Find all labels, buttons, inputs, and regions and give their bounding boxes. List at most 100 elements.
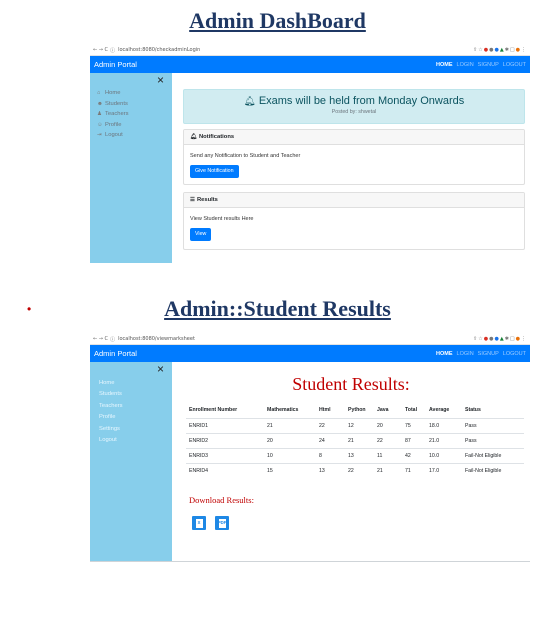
nav-home-link[interactable]: HOME	[436, 351, 453, 357]
view-results-button[interactable]: View	[190, 228, 212, 241]
table-cell: ENRID2	[186, 432, 264, 448]
table-cell: 17.0	[426, 462, 462, 478]
results-title: Student Results:	[292, 374, 410, 394]
table-row: ENRID4 15 13 22 21 71 17.0 Fail-Not Elig…	[186, 462, 524, 478]
browser-extension-icons[interactable]: ⇪☆●●●▲✱□●⋮	[473, 336, 530, 342]
browser-nav-icons[interactable]: ← → C	[93, 47, 108, 53]
table-header-row: Enrollment Number Mathematics Html Pytho…	[186, 402, 524, 419]
table-cell: 13	[316, 462, 345, 478]
notifications-header: Notifications	[198, 134, 235, 140]
table-cell: 24	[316, 432, 345, 448]
browser-toolbar: ← → C ⓘ localhost:8080/checkadminLogin ⇪…	[90, 45, 530, 56]
sidebar-item-teachers[interactable]: Teachers	[99, 400, 123, 412]
table-cell: 20	[264, 432, 316, 448]
table-cell: 18.0	[426, 417, 462, 433]
nav-home-link[interactable]: HOME	[436, 62, 453, 68]
profile-icon: ☺	[97, 121, 103, 128]
results-screenshot: ← → C ⓘ localhost:8080/viewmarksheet ⇪☆●…	[90, 334, 530, 566]
table-cell: 8	[316, 447, 345, 463]
download-results-label: Download Results:	[189, 495, 254, 505]
table-cell: 11	[374, 447, 402, 463]
sidebar: × ⌂ Home ☻ Students ♟ Teachers ☺ Profile ⇥ Lo…	[90, 73, 172, 263]
sidebar-item-teachers[interactable]: ♟ Teachers	[97, 109, 129, 120]
table-cell: 22	[374, 432, 402, 448]
sidebar-item-home[interactable]: ⌂ Home	[97, 88, 129, 99]
table-cell: 12	[345, 417, 374, 433]
nav-login-link[interactable]: LOGIN	[457, 351, 474, 357]
pdf-download-icon[interactable]: PDF	[215, 516, 229, 530]
results-icon: ☰	[190, 197, 195, 203]
pdf-file-icon: PDF	[218, 518, 226, 528]
table-cell: Fail-Not Eligible	[462, 462, 524, 478]
table-cell: 21.0	[426, 432, 462, 448]
browser-nav-icons[interactable]: ← → C	[93, 336, 108, 342]
close-icon[interactable]: ×	[157, 74, 164, 86]
excel-download-icon[interactable]: X	[192, 516, 206, 530]
notifications-text: Send any Notification to Student and Tea…	[190, 153, 301, 159]
menu-icon: ⋮	[521, 47, 527, 53]
table-cell: 21	[264, 417, 316, 433]
sidebar-item-profile[interactable]: Profile	[99, 412, 123, 424]
sidebar-item-home[interactable]: Home	[99, 377, 123, 389]
nav-logout-link[interactable]: LOGOUT	[503, 62, 526, 68]
column-header: Html	[316, 402, 345, 419]
table-row: ENRID1 21 22 12 20 75 18.0 Pass	[186, 417, 524, 433]
navbar-links: HOME LOGIN SIGNUP LOGOUT	[436, 351, 526, 357]
nav-signup-link[interactable]: SIGNUP	[478, 351, 499, 357]
menu-icon: ⋮	[521, 336, 527, 342]
table-cell: ENRID1	[186, 417, 264, 433]
table-cell: ENRID4	[186, 462, 264, 478]
sidebar-item-students[interactable]: Students	[99, 389, 123, 401]
excel-file-icon: X	[195, 518, 203, 528]
brand[interactable]: Admin Portal	[94, 349, 137, 358]
table-cell: 13	[345, 447, 374, 463]
table-cell: 20	[374, 417, 402, 433]
sidebar-item-settings[interactable]: Settings	[99, 423, 123, 435]
table-cell: 15	[264, 462, 316, 478]
address-bar[interactable]: localhost:8080/viewmarksheet	[118, 336, 195, 342]
navbar-links: HOME LOGIN SIGNUP LOGOUT	[436, 62, 526, 68]
table-cell: 42	[402, 447, 426, 463]
table-cell: Pass	[462, 417, 524, 433]
table-row: ENRID2 20 24 21 22 87 21.0 Pass	[186, 432, 524, 448]
sidebar-item-logout[interactable]: Logout	[99, 435, 123, 447]
app-navbar: Admin Portal HOME LOGIN SIGNUP LOGOUT	[90, 345, 530, 362]
address-bar[interactable]: localhost:8080/checkadminLogin	[118, 47, 200, 53]
bell-icon: 🔔︎	[243, 96, 256, 107]
table-row: ENRID3 10 8 13 11 42 10.0 Fail-Not Eligi…	[186, 447, 524, 463]
column-header: Java	[374, 402, 402, 419]
results-table: Enrollment Number Mathematics Html Pytho…	[186, 402, 524, 478]
nav-signup-link[interactable]: SIGNUP	[478, 62, 499, 68]
table-cell: 22	[345, 462, 374, 478]
browser-extension-icons[interactable]: ⇪☆●●●▲✱□●⋮	[473, 47, 530, 53]
exam-alert: 🔔︎ Exams will be held from Monday Onwards…	[183, 89, 525, 124]
table-cell: 71	[402, 462, 426, 478]
table-cell: 21	[345, 432, 374, 448]
dashboard-section-heading: Admin DashBoard	[189, 8, 366, 33]
column-header: Status	[462, 402, 524, 419]
column-header: Mathematics	[264, 402, 316, 419]
table-cell: Fail-Not Eligible	[462, 447, 524, 463]
sidebar-item-students[interactable]: ☻ Students	[97, 99, 129, 110]
info-icon: ⓘ	[110, 47, 116, 54]
notifications-card: 🔔︎ Notifications Send any Notification to…	[183, 129, 525, 185]
table-cell: 22	[316, 417, 345, 433]
results-header: Results	[196, 197, 218, 203]
sidebar-item-logout[interactable]: ⇥ Logout	[97, 130, 129, 141]
alert-title: Exams will be held from Monday Onwards	[258, 95, 465, 107]
close-icon[interactable]: ×	[157, 363, 164, 375]
table-cell: ENRID3	[186, 447, 264, 463]
table-cell: 10.0	[426, 447, 462, 463]
brand[interactable]: Admin Portal	[94, 60, 137, 69]
info-icon: ⓘ	[110, 336, 116, 343]
table-cell: 10	[264, 447, 316, 463]
students-icon: ☻	[97, 100, 103, 107]
horizontal-scrollbar[interactable]	[90, 561, 530, 564]
give-notification-button[interactable]: Give Notification	[190, 165, 239, 178]
table-cell: 75	[402, 417, 426, 433]
nav-logout-link[interactable]: LOGOUT	[503, 351, 526, 357]
nav-login-link[interactable]: LOGIN	[457, 62, 474, 68]
alert-posted-by: Posted by: shwetal	[331, 109, 377, 115]
sidebar-item-profile[interactable]: ☺ Profile	[97, 120, 129, 131]
column-header: Total	[402, 402, 426, 419]
